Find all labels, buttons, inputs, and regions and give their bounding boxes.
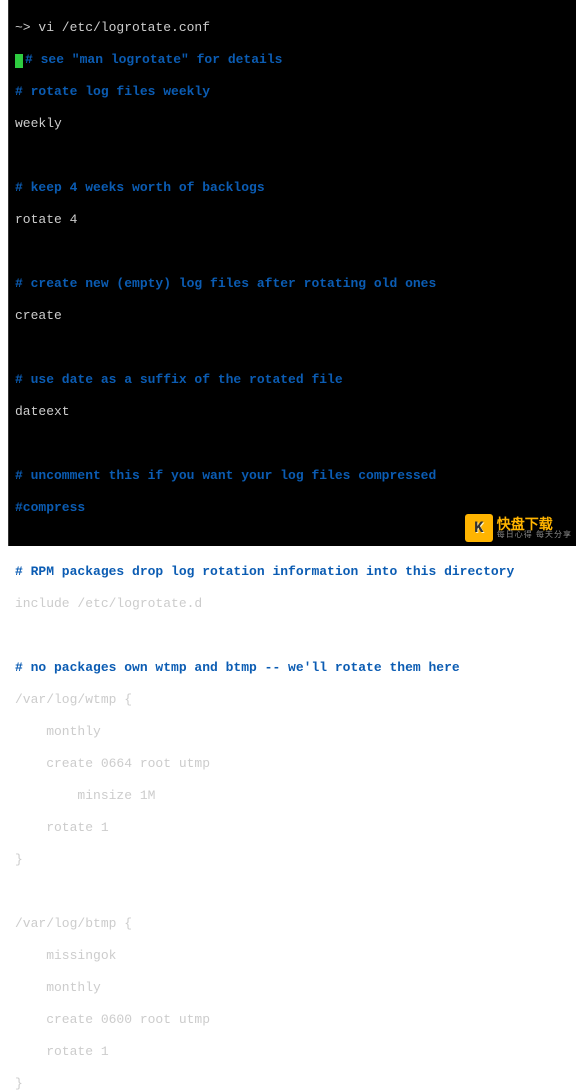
btmp-monthly: monthly: [15, 980, 570, 996]
watermark: 快盘下载 每日心得 每天分享: [463, 512, 574, 544]
wtmp-header: /var/log/wtmp {: [15, 692, 570, 708]
directive-weekly: weekly: [15, 116, 570, 132]
command-prompt: ~> vi /etc/logrotate.conf: [15, 20, 210, 35]
btmp-close: }: [15, 1076, 570, 1092]
directive-include: include /etc/logrotate.d: [15, 596, 570, 612]
comment-see-man: # see "man logrotate" for details: [25, 52, 282, 67]
watermark-sub: 每日心得 每天分享: [497, 531, 572, 539]
cursor-block: [15, 54, 23, 68]
comment-use-date: # use date as a suffix of the rotated fi…: [15, 372, 570, 388]
wtmp-rotate: rotate 1: [15, 820, 570, 836]
watermark-icon: [465, 514, 493, 542]
wtmp-close: }: [15, 852, 570, 868]
comment-uncomment-compress: # uncomment this if you want your log fi…: [15, 468, 570, 484]
comment-create-new: # create new (empty) log files after rot…: [15, 276, 570, 292]
wtmp-monthly: monthly: [15, 724, 570, 740]
comment-no-packages: # no packages own wtmp and btmp -- we'll…: [15, 660, 570, 676]
terminal-window[interactable]: ~> vi /etc/logrotate.conf # see "man log…: [8, 0, 576, 546]
watermark-text: 快盘下载 每日心得 每天分享: [497, 517, 572, 539]
directive-create: create: [15, 308, 570, 324]
btmp-rotate: rotate 1: [15, 1044, 570, 1060]
comment-rotate-weekly: # rotate log files weekly: [15, 84, 570, 100]
btmp-missingok: missingok: [15, 948, 570, 964]
directive-rotate4: rotate 4: [15, 212, 570, 228]
comment-keep-backlogs: # keep 4 weeks worth of backlogs: [15, 180, 570, 196]
wtmp-minsize: minsize 1M: [15, 788, 570, 804]
directive-dateext: dateext: [15, 404, 570, 420]
watermark-main: 快盘下载: [497, 517, 572, 531]
btmp-create: create 0600 root utmp: [15, 1012, 570, 1028]
wtmp-create: create 0664 root utmp: [15, 756, 570, 772]
btmp-header: /var/log/btmp {: [15, 916, 570, 932]
comment-rpm-packages: # RPM packages drop log rotation informa…: [15, 564, 570, 580]
